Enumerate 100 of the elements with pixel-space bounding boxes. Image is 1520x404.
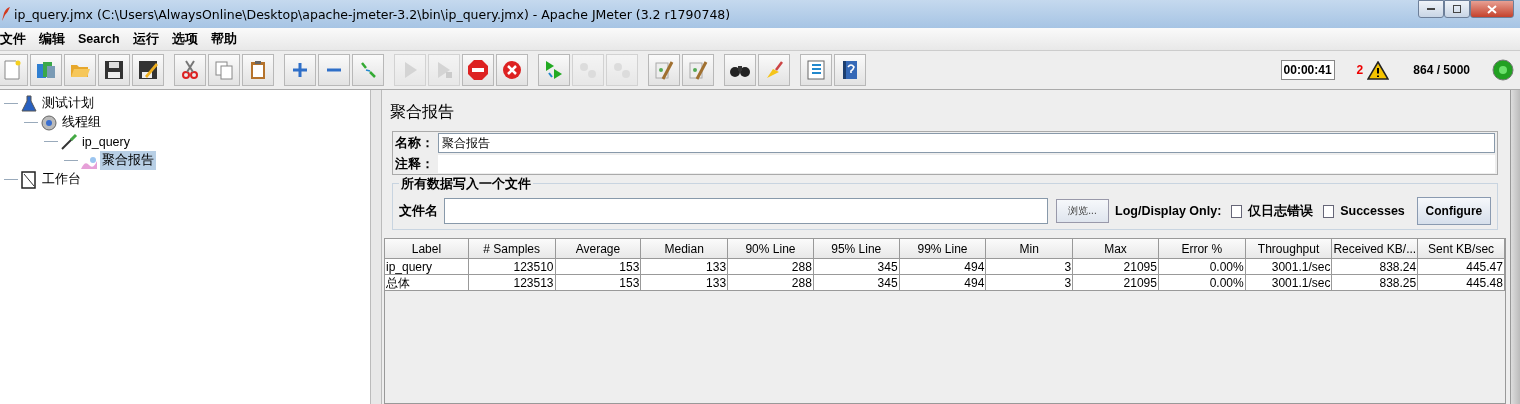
- tree-connector-icon: [4, 103, 18, 104]
- column-header[interactable]: Error %: [1158, 239, 1246, 259]
- column-header[interactable]: Min: [986, 239, 1074, 259]
- table-cell: 123510: [468, 259, 556, 275]
- column-header[interactable]: Label: [385, 239, 469, 259]
- table-cell: 345: [813, 259, 900, 275]
- functions-icon: [805, 59, 827, 81]
- name-field[interactable]: 聚合报告: [438, 133, 1495, 153]
- window-title: ip_query.jmx (C:\Users\AlwaysOnline\Desktop\apache-jmeter-3.2\bin\ip_query.jmx) - Apache JMeter (3.2 r1790748): [14, 6, 732, 22]
- shutdown-icon: [501, 59, 523, 81]
- table-cell: 445.48: [1418, 275, 1505, 291]
- menu-item[interactable]: 文件: [0, 30, 36, 48]
- panel-title: 聚合报告: [389, 102, 455, 122]
- scrollbar[interactable]: [1510, 90, 1520, 404]
- feather-icon: [2, 7, 10, 21]
- saveas-icon: [137, 59, 159, 81]
- column-header[interactable]: Throughput: [1245, 239, 1333, 259]
- comment-label: 注释：: [395, 155, 434, 173]
- tree-item[interactable]: ip_query: [80, 133, 132, 150]
- table-cell: 21095: [1073, 259, 1159, 275]
- checkbox[interactable]: [1323, 204, 1335, 218]
- threads-icon: [40, 113, 58, 132]
- close-button[interactable]: [1470, 0, 1514, 18]
- column-header[interactable]: Sent KB/sec: [1418, 239, 1505, 259]
- column-header[interactable]: # Samples: [468, 239, 556, 259]
- table-cell: 21095: [1073, 275, 1159, 291]
- toolbar-button[interactable]: [132, 54, 164, 86]
- filename-field[interactable]: [444, 198, 1048, 224]
- error-count: 2: [1356, 63, 1364, 77]
- table-cell: 445.47: [1418, 259, 1505, 275]
- table-cell: 总体: [385, 275, 469, 291]
- table-cell: 153: [555, 259, 642, 275]
- table-cell: 133: [641, 275, 729, 291]
- comment-field[interactable]: [438, 155, 1495, 173]
- tree-connector-icon: [24, 122, 38, 123]
- table-cell: 288: [728, 275, 814, 291]
- table-cell: 133: [641, 259, 729, 275]
- maximize-button[interactable]: [1444, 0, 1470, 18]
- table-cell: 494: [899, 275, 987, 291]
- elapsed-time: 00:00:41: [1280, 60, 1335, 80]
- tree-item[interactable]: 线程组: [60, 113, 103, 132]
- group-title: 所有数据写入一个文件: [399, 176, 533, 193]
- table-cell: 345: [813, 275, 900, 291]
- table-cell: ip_query: [385, 259, 469, 275]
- table-cell: 3: [986, 275, 1074, 291]
- toolbar-button[interactable]: [834, 54, 866, 86]
- warning-icon: [1367, 60, 1390, 80]
- menu-item[interactable]: 编辑: [36, 30, 75, 48]
- stop-icon: [467, 59, 489, 81]
- save-icon: [103, 59, 125, 81]
- name-label: 名称：: [395, 134, 434, 152]
- menu-item[interactable]: 帮助: [207, 30, 247, 48]
- table-cell: 153: [555, 275, 642, 291]
- menu-item[interactable]: Search: [75, 32, 130, 46]
- tree-item[interactable]: 聚合报告: [100, 151, 156, 170]
- filename-label: 文件名: [399, 202, 438, 220]
- workbench-icon: [20, 170, 38, 189]
- tree-connector-icon: [44, 141, 58, 142]
- column-header[interactable]: 90% Line: [728, 239, 814, 259]
- table-cell: 288: [728, 259, 814, 275]
- column-header[interactable]: Max: [1073, 239, 1159, 259]
- toolbar-button[interactable]: [98, 54, 130, 86]
- checkbox-label[interactable]: Successes: [1340, 204, 1405, 218]
- browse-button[interactable]: 浏览...: [1056, 199, 1110, 223]
- table-cell: 3001.1/sec: [1245, 259, 1333, 275]
- column-header[interactable]: 95% Line: [813, 239, 900, 259]
- table-cell: 838.24: [1332, 259, 1419, 275]
- configure-button[interactable]: Configure: [1416, 197, 1491, 225]
- menu-item[interactable]: 选项: [168, 30, 208, 48]
- table-cell: 3: [986, 259, 1074, 275]
- table-cell: 0.00%: [1158, 259, 1246, 275]
- column-header[interactable]: Received KB/...: [1332, 239, 1419, 259]
- cut-icon: [179, 59, 201, 81]
- plan-icon: [20, 94, 38, 113]
- minimize-button[interactable]: [1418, 0, 1444, 18]
- checkbox-label[interactable]: 仅日志错误: [1248, 202, 1314, 220]
- log-display-label: Log/Display Only:: [1115, 204, 1222, 218]
- clearall-icon: [687, 59, 709, 81]
- sampler-icon: [60, 132, 78, 151]
- tree-item[interactable]: 工作台: [40, 170, 83, 189]
- tree-item[interactable]: 测试计划: [40, 94, 96, 113]
- clear-icon: [653, 59, 675, 81]
- thread-count: 864 / 5000: [1413, 63, 1470, 77]
- new-icon: [1, 59, 23, 81]
- toolbar-button[interactable]: [724, 54, 756, 86]
- checkbox[interactable]: [1231, 204, 1243, 218]
- menu-item[interactable]: 运行: [129, 30, 169, 48]
- table-cell: 838.25: [1332, 275, 1419, 291]
- column-header[interactable]: 99% Line: [899, 239, 987, 259]
- minimize-icon: [1427, 8, 1435, 10]
- table-cell: 3001.1/sec: [1245, 275, 1333, 291]
- column-header[interactable]: Median: [641, 239, 729, 259]
- tree-connector-icon: [64, 160, 78, 161]
- column-header[interactable]: Average: [555, 239, 642, 259]
- tree-connector-icon: [4, 179, 18, 180]
- copy-icon: [213, 59, 235, 81]
- table-cell: 0.00%: [1158, 275, 1246, 291]
- table-cell: 494: [899, 259, 987, 275]
- maximize-icon: [1452, 5, 1462, 13]
- table-cell: 123513: [468, 275, 556, 291]
